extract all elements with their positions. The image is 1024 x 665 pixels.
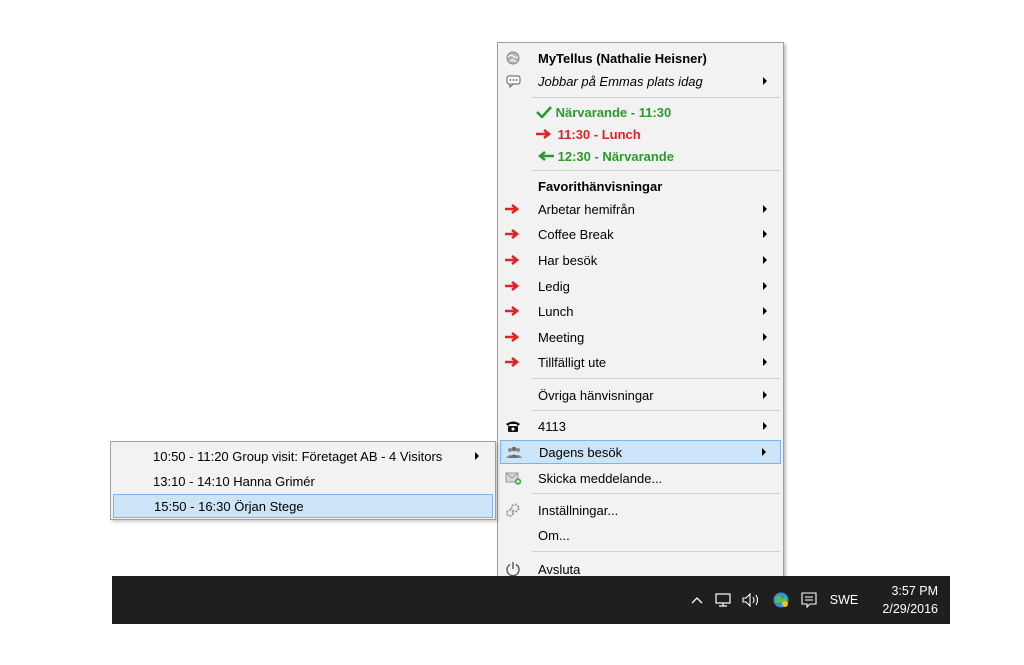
- volume-icon[interactable]: [738, 576, 766, 624]
- taskbar: SWE 3:57 PM 2/29/2016: [112, 576, 950, 624]
- separator: [532, 551, 780, 552]
- red-arrow-icon: [502, 351, 524, 373]
- chevron-up-icon[interactable]: [688, 576, 706, 624]
- favorite-label: Tillfälligt ute: [538, 354, 607, 370]
- chevron-right-icon: [763, 256, 767, 264]
- separator: [532, 97, 780, 98]
- quit-label: Avsluta: [538, 561, 581, 577]
- visit-item[interactable]: 10:50 - 11:20 Group visit: Företaget AB …: [113, 445, 493, 467]
- globe-icon: [502, 47, 524, 69]
- red-arrow-icon: [502, 249, 524, 271]
- chevron-right-icon: [475, 452, 479, 460]
- schedule-item-lunch: 11:30 - Lunch: [500, 123, 781, 145]
- favorite-label: Meeting: [538, 329, 585, 345]
- favorite-item[interactable]: Lunch: [500, 300, 781, 322]
- todays-visits-item[interactable]: Dagens besök: [500, 440, 781, 464]
- favorite-label: Coffee Break: [538, 226, 614, 242]
- other-referrals-label: Övriga hänvisningar: [538, 387, 654, 403]
- favorite-item[interactable]: Ledig: [500, 275, 781, 297]
- favorites-header-label: Favorithänvisningar: [538, 178, 663, 194]
- chevron-right-icon: [763, 205, 767, 213]
- phone-item[interactable]: 4113: [500, 415, 781, 437]
- favorite-item[interactable]: Meeting: [500, 326, 781, 348]
- schedule-label: 12:30 - Närvarande: [557, 148, 674, 164]
- chevron-right-icon: [763, 307, 767, 315]
- settings-item[interactable]: Inställningar...: [500, 499, 781, 521]
- mytellus-globe-icon[interactable]: [770, 576, 792, 624]
- action-center-icon[interactable]: [798, 576, 820, 624]
- favorite-label: Lunch: [538, 303, 574, 319]
- people-icon: [503, 441, 525, 463]
- favorite-item[interactable]: Arbetar hemifrån: [500, 198, 781, 220]
- chevron-right-icon: [763, 77, 767, 85]
- settings-label: Inställningar...: [538, 502, 619, 518]
- todays-visits-submenu: 10:50 - 11:20 Group visit: Företaget AB …: [110, 441, 496, 520]
- separator: [532, 170, 780, 171]
- favorite-item[interactable]: Tillfälligt ute: [500, 351, 781, 373]
- clock[interactable]: 3:57 PM 2/29/2016: [882, 582, 938, 618]
- favorites-header: Favorithänvisningar: [500, 175, 781, 197]
- separator: [532, 410, 780, 411]
- arrow-left-icon: [537, 150, 554, 161]
- visit-item-selected[interactable]: 15:50 - 16:30 Örjan Stege: [113, 494, 493, 518]
- visit-label: 15:50 - 16:30 Örjan Stege: [154, 498, 304, 514]
- phone-number-label: 4113: [538, 418, 566, 434]
- red-arrow-icon: [502, 223, 524, 245]
- schedule-item-present: Närvarande - 11:30: [500, 101, 781, 123]
- todays-visits-label: Dagens besök: [539, 444, 623, 460]
- red-arrow-icon: [502, 198, 524, 220]
- send-message-label: Skicka meddelande...: [538, 470, 663, 486]
- chevron-right-icon: [763, 333, 767, 341]
- red-arrow-icon: [502, 275, 524, 297]
- favorite-item[interactable]: Har besök: [500, 249, 781, 271]
- network-icon[interactable]: [712, 576, 734, 624]
- language-indicator[interactable]: SWE: [828, 576, 860, 624]
- favorite-label: Ledig: [538, 278, 570, 294]
- chevron-right-icon: [763, 358, 767, 366]
- gears-icon: [502, 499, 524, 521]
- red-arrow-icon: [502, 300, 524, 322]
- favorite-label: Arbetar hemifrån: [538, 201, 635, 217]
- separator: [532, 378, 780, 379]
- visit-label: 10:50 - 11:20 Group visit: Företaget AB …: [153, 448, 443, 464]
- tray-context-menu: MyTellus (Nathalie Heisner) Jobbar på Em…: [497, 42, 784, 583]
- envelope-icon: [502, 467, 524, 489]
- clock-time: 3:57 PM: [891, 584, 938, 598]
- favorite-item[interactable]: Coffee Break: [500, 223, 781, 245]
- chevron-right-icon: [763, 422, 767, 430]
- menu-header: MyTellus (Nathalie Heisner): [500, 47, 781, 69]
- chevron-right-icon: [763, 391, 767, 399]
- speech-bubble-icon: [502, 70, 524, 92]
- visit-item[interactable]: 13:10 - 14:10 Hanna Grimér: [113, 470, 493, 492]
- about-item[interactable]: Om...: [500, 524, 781, 546]
- clock-date: 2/29/2016: [882, 602, 938, 616]
- other-referrals-item[interactable]: Övriga hänvisningar: [500, 384, 781, 406]
- favorite-label: Har besök: [538, 252, 598, 268]
- chevron-right-icon: [762, 448, 766, 456]
- app-title: MyTellus (Nathalie Heisner): [538, 50, 707, 66]
- schedule-item-back: 12:30 - Närvarande: [500, 145, 781, 167]
- checkmark-icon: [536, 105, 552, 119]
- telephone-icon: [502, 415, 524, 437]
- chevron-right-icon: [763, 282, 767, 290]
- red-arrow-icon: [502, 326, 524, 348]
- arrow-right-icon: [536, 128, 552, 139]
- separator: [532, 493, 780, 494]
- status-message-label: Jobbar på Emmas plats idag: [538, 73, 703, 89]
- send-message-item[interactable]: Skicka meddelande...: [500, 467, 781, 489]
- schedule-label: 11:30 - Lunch: [557, 126, 641, 142]
- visit-label: 13:10 - 14:10 Hanna Grimér: [153, 473, 315, 489]
- status-message-item[interactable]: Jobbar på Emmas plats idag: [500, 70, 781, 92]
- chevron-right-icon: [763, 230, 767, 238]
- schedule-label: Närvarande - 11:30: [555, 104, 672, 120]
- about-label: Om...: [538, 527, 570, 543]
